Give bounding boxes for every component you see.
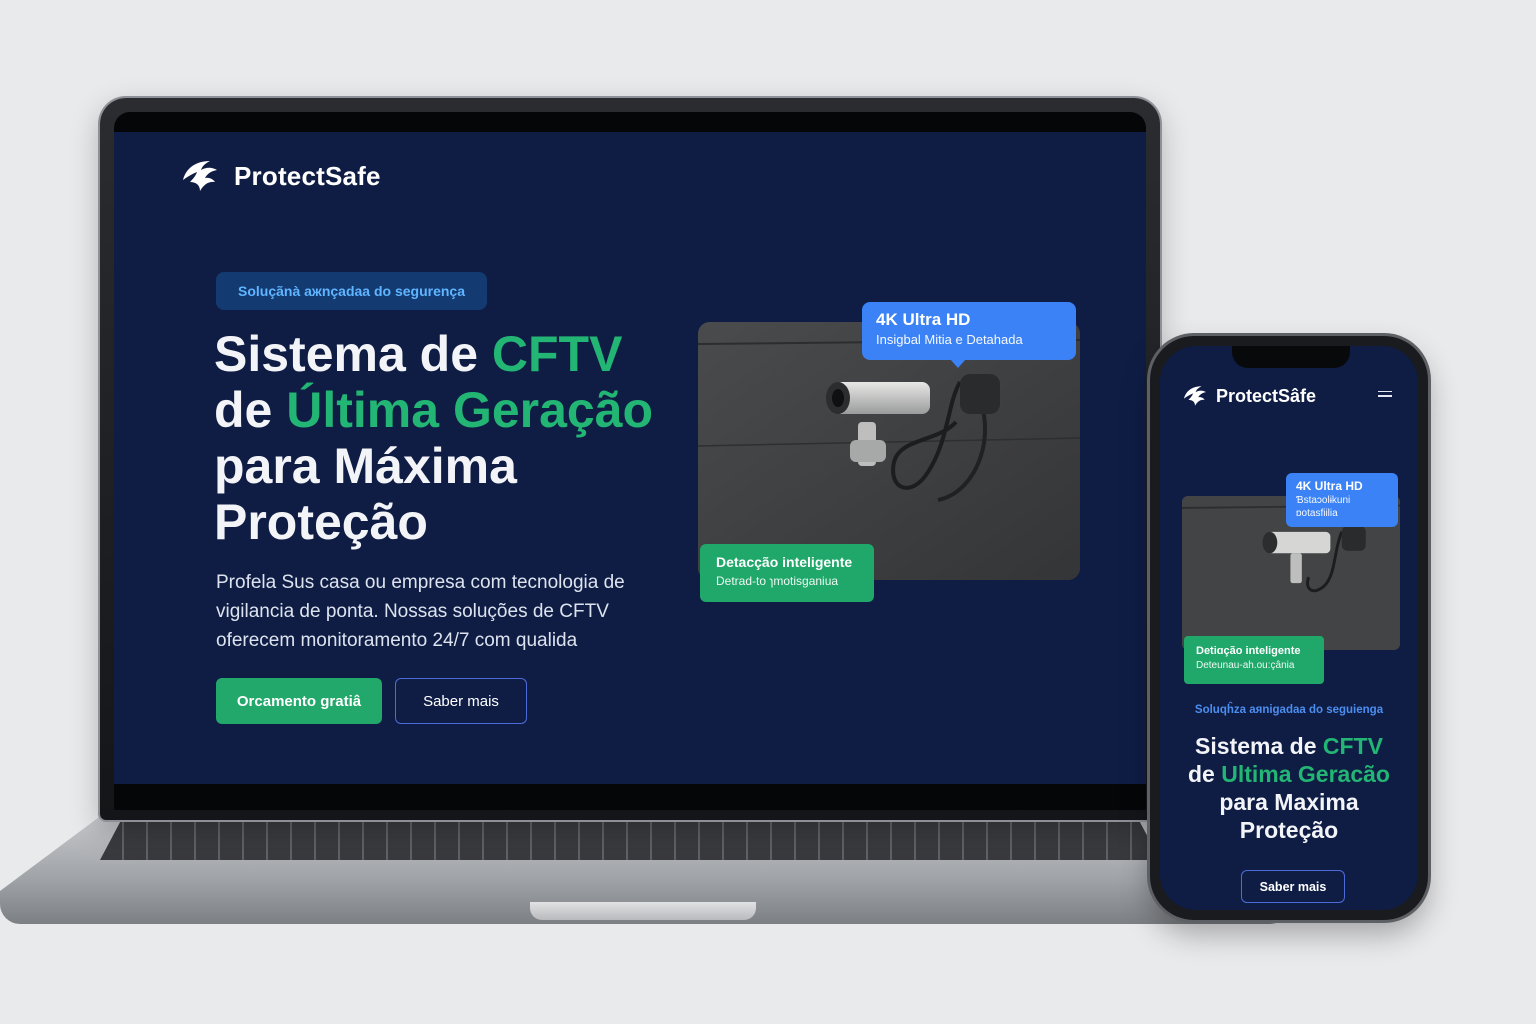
phone-headline-text: Sistema de: [1195, 733, 1323, 759]
learn-more-button[interactable]: Saber mais: [395, 678, 527, 724]
phone-headline-accent: Ultima Geracão: [1221, 761, 1390, 787]
shield-wing-icon: [183, 161, 217, 191]
phone-brand-name: ProtectSâfe: [1216, 385, 1317, 406]
hero-badge: Soluçãnà aжnçadaa do segurença: [216, 272, 488, 310]
phone-resolution-callout: 4K Ultra HD Ɓstaɔolɨkuni ɒotasfiilia: [1286, 473, 1398, 527]
brand-name: ProtectSafe: [234, 160, 381, 191]
phone-headline-text: de: [1188, 761, 1222, 787]
hero-headline: Sistema de CFTV de Última Geração para M…: [214, 326, 684, 550]
resolution-subtitle: Insigbal Mitia e Detahada: [876, 332, 1023, 347]
phone-device: ProtectSâfe 4K Ultra HD Ɓstaɔolɨkuni ɒot…: [1150, 336, 1428, 920]
cctv-camera-image: [698, 322, 1080, 580]
laptop-lid: ProtectSafe Soluçãnà aжnçadaa do seguren…: [100, 98, 1160, 820]
phone-hero-headline: Sistema de CFTV de Ultima Geracão para M…: [1160, 732, 1418, 844]
phone-learn-more-button[interactable]: Saber mais: [1241, 870, 1345, 903]
phone-detection-callout: Detiɑção inteligente Deteunau-ah.ou:çâni…: [1184, 636, 1324, 684]
shield-wing-icon: [1183, 386, 1207, 406]
headline-line4: Proteção: [214, 494, 428, 550]
headline-text: de: [214, 382, 287, 438]
resolution-callout: 4K Ultra HD Insigbal Mitia e Detahada: [862, 302, 1076, 368]
site-brand[interactable]: ProtectSafe: [180, 158, 381, 194]
resolution-title: 4K Ultra HD: [876, 310, 971, 329]
phone-notch: [1232, 346, 1350, 368]
laptop-keyboard: [100, 820, 1160, 860]
detection-callout: Detacção inteligente Detrad-to ɿmotisgan…: [700, 544, 874, 602]
cctv-camera-illustration: [698, 322, 1080, 580]
laptop-trackpad-notch: [530, 902, 756, 920]
hamburger-menu-icon[interactable]: [1378, 390, 1392, 400]
detection-subtitle: Detrad-to ɿmotisganiua: [716, 574, 839, 588]
headline-line2: de Última Geração: [214, 382, 653, 438]
phone-headline-line4: Proteção: [1239, 817, 1339, 843]
headline-accent: CFTV: [491, 326, 623, 382]
phone-headline-accent: CFTV: [1322, 733, 1383, 759]
headline-line3: para Máxima: [214, 438, 517, 494]
phone-detection-subtitle: Deteunau-ah.ou:çânia: [1196, 660, 1295, 671]
quote-button[interactable]: Orcamento gratiâ: [216, 678, 382, 724]
phone-detection-title: Detiɑção inteligente: [1196, 645, 1301, 657]
headline-accent: Última Geração: [286, 382, 654, 438]
phone-screen: ProtectSâfe 4K Ultra HD Ɓstaɔolɨkuni ɒot…: [1160, 346, 1418, 910]
device-mockup-scene: ProtectSafe Soluçãnà aжnçadaa do seguren…: [0, 0, 1536, 1024]
phone-resolution-title: 4K Ultra HD: [1296, 479, 1363, 493]
laptop-screen: ProtectSafe Soluçãnà aжnçadaa do seguren…: [114, 132, 1146, 784]
headline-text: Sistema de: [214, 326, 492, 382]
phone-headline-line3: para Maxima: [1219, 789, 1359, 815]
phone-hero-badge: Soluqĥza aяnigadaa do seguienɡa: [1194, 704, 1384, 716]
hero-subtext: Profela Sus casa ou empresa com tecnolog…: [216, 572, 625, 651]
phone-site-brand[interactable]: ProtectSâfe: [1182, 384, 1316, 408]
phone-resolution-subtitle: Ɓstaɔolɨkuni ɒotasfiilia: [1296, 495, 1351, 519]
headline-line1: Sistema de CFTV: [214, 326, 622, 382]
detection-title: Detacção inteligente: [716, 554, 853, 570]
